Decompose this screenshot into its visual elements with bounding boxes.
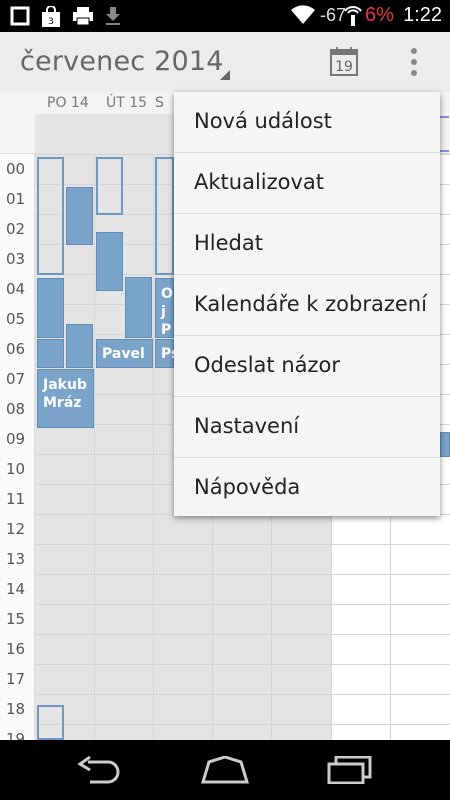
menu-item-settings[interactable]: Nastavení xyxy=(174,397,440,458)
back-icon[interactable] xyxy=(76,756,124,784)
event-block[interactable] xyxy=(96,157,123,215)
menu-item-label: Odeslat názor xyxy=(194,353,341,377)
menu-item-label: Aktualizovat xyxy=(194,170,325,194)
event-block[interactable] xyxy=(37,339,64,368)
event-label: O j P xyxy=(161,286,173,338)
event-jakub-mraz[interactable]: Jakub Mráz xyxy=(37,369,94,428)
month-title[interactable]: červenec 2014 xyxy=(20,46,224,77)
day-divider xyxy=(153,154,154,740)
menu-item-send-feedback[interactable]: Odeslat názor xyxy=(174,336,440,397)
menu-item-label: Kalendáře k zobrazení xyxy=(194,292,427,316)
hour-label: 15 xyxy=(6,610,26,628)
event-block[interactable] xyxy=(440,432,450,457)
hour-line xyxy=(35,694,450,695)
menu-item-search[interactable]: Hledat xyxy=(174,214,440,275)
hour-line xyxy=(35,604,450,605)
hour-line xyxy=(35,574,450,575)
hour-label: 02 xyxy=(6,220,26,238)
menu-item-new-event[interactable]: Nová událost xyxy=(174,92,440,153)
overflow-menu-icon[interactable] xyxy=(402,46,426,80)
hour-label: 08 xyxy=(6,400,26,418)
hour-label: 03 xyxy=(6,250,26,268)
hour-line xyxy=(35,664,450,665)
hour-line xyxy=(35,544,450,545)
overflow-menu: Nová událost Aktualizovat Hledat Kalendá… xyxy=(174,92,440,516)
hour-line xyxy=(35,634,450,635)
hour-label: 18 xyxy=(6,700,26,718)
signal-icon xyxy=(344,6,362,26)
event-block[interactable] xyxy=(125,277,152,338)
menu-item-calendars-to-display[interactable]: Kalendáře k zobrazení xyxy=(174,275,440,336)
hour-label: 16 xyxy=(6,640,26,658)
event-block[interactable] xyxy=(66,187,93,245)
home-icon[interactable] xyxy=(200,756,250,784)
wifi-icon xyxy=(291,5,315,24)
event-label: Jakub Mráz xyxy=(43,377,87,411)
menu-item-label: Hledat xyxy=(194,231,263,255)
event-o-jp[interactable]: O j P xyxy=(155,278,174,338)
hour-label: 13 xyxy=(6,550,26,568)
menu-item-label: Nastavení xyxy=(194,414,300,438)
recent-apps-icon[interactable] xyxy=(326,756,374,784)
event-block[interactable] xyxy=(155,157,174,275)
event-block[interactable] xyxy=(37,278,64,338)
action-bar: červenec 2014 19 xyxy=(0,32,450,92)
stop-icon xyxy=(10,6,30,26)
hour-label: 17 xyxy=(6,670,26,688)
day-header-mon[interactable]: PO 14 xyxy=(47,95,89,111)
status-bar: 3 -67 6% 1:22 xyxy=(0,0,450,32)
hour-label: 19 xyxy=(6,730,26,740)
hour-line xyxy=(35,724,450,725)
navigation-bar xyxy=(0,740,450,800)
hour-label: 00 xyxy=(6,160,26,178)
hour-label: 05 xyxy=(6,310,26,328)
today-day-number: 19 xyxy=(335,59,353,75)
clock: 1:22 xyxy=(403,4,442,26)
menu-item-label: Nová událost xyxy=(194,109,332,133)
menu-item-help[interactable]: Nápověda xyxy=(174,458,440,519)
menu-item-label: Nápověda xyxy=(194,475,301,499)
menu-item-refresh[interactable]: Aktualizovat xyxy=(174,153,440,214)
svg-text:3: 3 xyxy=(48,17,54,27)
hour-label: 04 xyxy=(6,280,26,298)
hour-label: 09 xyxy=(6,430,26,448)
hour-label: 10 xyxy=(6,460,26,478)
dropdown-arrow-icon[interactable] xyxy=(220,70,230,80)
battery-level: 6% xyxy=(365,4,394,26)
day-header-wed[interactable]: S xyxy=(155,95,164,111)
event-pavel[interactable]: Pavel xyxy=(96,339,153,368)
print-icon xyxy=(73,7,93,26)
hour-label: 01 xyxy=(6,190,26,208)
event-block[interactable] xyxy=(37,705,64,740)
shop-icon: 3 xyxy=(42,6,60,27)
event-block[interactable] xyxy=(96,232,123,291)
hour-label: 11 xyxy=(6,490,26,508)
event-ps[interactable]: Ps xyxy=(155,339,179,368)
day-divider xyxy=(94,154,95,740)
event-block[interactable] xyxy=(37,157,64,275)
hour-label: 06 xyxy=(6,340,26,358)
event-label: Pavel xyxy=(102,346,145,362)
hour-label: 14 xyxy=(6,580,26,598)
download-icon xyxy=(106,7,120,25)
day-header-tue[interactable]: ÚT 15 xyxy=(106,95,147,111)
calendar-today-icon[interactable]: 19 xyxy=(330,46,358,76)
event-block[interactable] xyxy=(66,324,93,368)
hour-label: 12 xyxy=(6,520,26,538)
hour-label: 07 xyxy=(6,370,26,388)
